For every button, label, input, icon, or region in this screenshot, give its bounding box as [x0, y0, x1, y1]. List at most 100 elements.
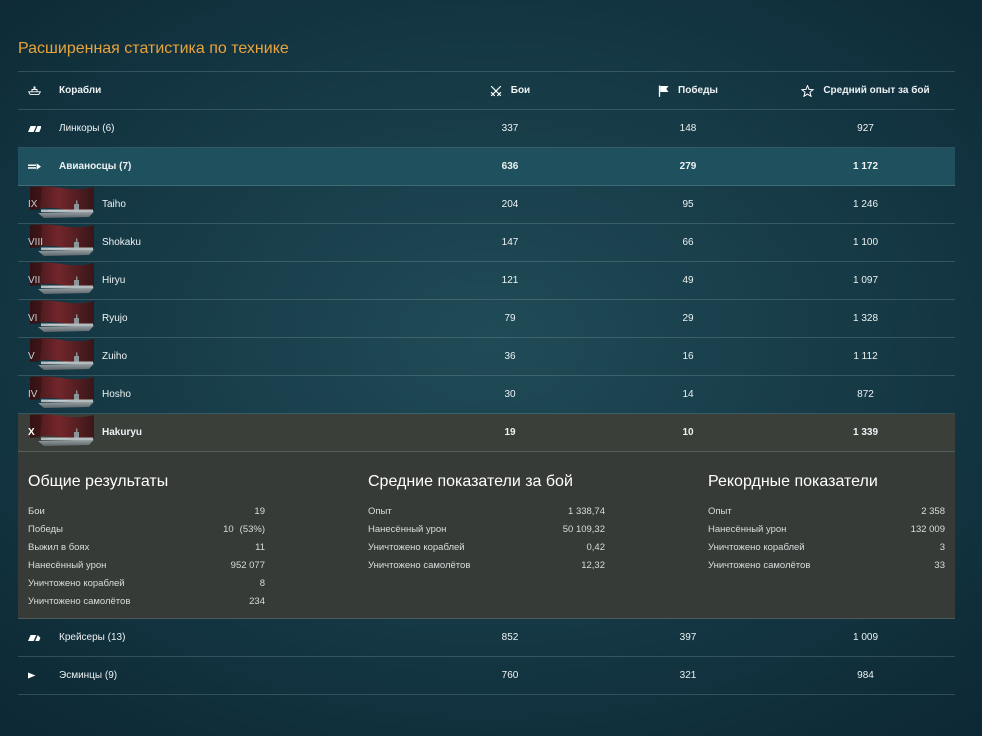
- wins-value: 49: [682, 275, 694, 286]
- ship-tier: VI: [28, 313, 38, 324]
- stat-label: Уничтожено самолётов: [708, 560, 811, 571]
- class-row-battleships[interactable]: Линкоры (6) 337 148 927: [18, 110, 955, 148]
- ship-name: Hakuryu: [102, 427, 143, 438]
- battleship-icon: [28, 126, 41, 132]
- ship-row-hakuryu[interactable]: X Hakuryu 19 10 1 339: [18, 414, 955, 452]
- stat-value: 12,32: [581, 560, 605, 571]
- stat-value-group: 10 (53%): [223, 521, 265, 539]
- ship-row-hosho[interactable]: IV Hosho 30 14 872: [18, 376, 955, 414]
- ship-row-zuiho[interactable]: V Zuiho 36 16 1 112: [18, 338, 955, 376]
- stat-label: Бои: [28, 506, 45, 517]
- class-row-aircraft-carriers[interactable]: Авианосцы (7) 636 279 1 172: [18, 148, 955, 186]
- ship-row-taiho[interactable]: IX Taiho 204 95 1 246: [18, 186, 955, 224]
- stat-value: 10: [223, 524, 234, 535]
- ship-name: Taiho: [102, 199, 126, 210]
- stat-label: Нанесённый урон: [368, 524, 447, 535]
- ship-row-hiryu[interactable]: VII Hiryu 121 49 1 097: [18, 262, 955, 300]
- ship-thumbnail: [28, 186, 96, 223]
- avg-xp-value: 984: [857, 670, 874, 681]
- general-results-section: Общие результаты Бои 19 Победы 10 (53%) В…: [28, 472, 265, 611]
- stat-value: 1 338,74: [568, 506, 605, 517]
- stat-label: Уничтожено кораблей: [368, 542, 465, 553]
- column-header-ships[interactable]: Корабли: [59, 72, 101, 109]
- stat-row: Опыт 2 358: [708, 503, 945, 521]
- stat-label: Уничтожено самолётов: [368, 560, 471, 571]
- avg-xp-value: 872: [857, 389, 874, 400]
- wins-value: 397: [679, 632, 697, 643]
- flag-icon: [658, 85, 669, 97]
- wins-value: 66: [682, 237, 694, 248]
- stat-label: Уничтожено кораблей: [708, 542, 805, 553]
- stat-value: 19: [254, 506, 265, 517]
- wins-value: 148: [679, 123, 697, 134]
- table-header: Корабли Бои Победы Средний опыт за бой: [18, 72, 955, 110]
- stat-label: Опыт: [708, 506, 732, 517]
- ship-name: Hosho: [102, 389, 131, 400]
- column-header-battles[interactable]: Бои: [420, 72, 600, 109]
- class-row-destroyers[interactable]: Эсминцы (9) 760 321 984: [18, 657, 955, 695]
- stat-label: Выжил в боях: [28, 542, 90, 553]
- ship-thumbnail: [28, 414, 96, 451]
- stat-row: Победы 10 (53%): [28, 521, 265, 539]
- column-header-battles-label: Бои: [510, 85, 531, 96]
- average-per-battle-section: Средние показатели за бой Опыт 1 338,74 …: [368, 472, 605, 575]
- wins-value: 29: [682, 313, 694, 324]
- battles-value: 19: [504, 427, 516, 438]
- section-title: Средние показатели за бой: [368, 473, 573, 490]
- star-icon: [801, 84, 815, 97]
- stat-row: Опыт 1 338,74: [368, 503, 605, 521]
- wins-value: 16: [682, 351, 694, 362]
- column-header-wins-label: Победы: [678, 85, 718, 96]
- page-title: Расширенная статистика по технике: [18, 40, 289, 57]
- column-header-avg-xp[interactable]: Средний опыт за бой: [776, 72, 955, 109]
- wins-value: 321: [679, 670, 697, 681]
- column-header-wins[interactable]: Победы: [600, 72, 776, 109]
- class-name: Эсминцы (9): [59, 670, 118, 681]
- avg-xp-value: 1 009: [852, 632, 879, 643]
- stat-row: Уничтожено самолётов 33: [708, 557, 945, 575]
- stat-percent: (53%): [239, 524, 265, 535]
- ship-row-ryujo[interactable]: VI Ryujo 79 29 1 328: [18, 300, 955, 338]
- ship-tier: V: [28, 351, 35, 362]
- battles-value: 636: [501, 161, 519, 172]
- ship-icon: [28, 86, 41, 95]
- ship-tier: VIII: [28, 237, 44, 248]
- wins-value: 14: [682, 389, 694, 400]
- stat-value: 132 009: [910, 524, 945, 535]
- stat-row: Выжил в боях 11: [28, 539, 265, 557]
- stat-row: Нанесённый урон 50 109,32: [368, 521, 605, 539]
- vehicle-stats-table: Корабли Бои Победы Средний опыт за бой Л…: [18, 71, 955, 695]
- battles-value: 760: [501, 670, 519, 681]
- crossed-swords-icon: [490, 85, 501, 96]
- stat-value: 2 358: [921, 506, 945, 517]
- battles-value: 36: [504, 351, 516, 362]
- stat-label: Нанесённый урон: [28, 560, 107, 571]
- stat-label: Уничтожено самолётов: [28, 596, 131, 607]
- class-row-cruisers[interactable]: Крейсеры (13) 852 397 1 009: [18, 619, 955, 657]
- ship-name: Ryujo: [102, 313, 128, 324]
- avg-xp-value: 1 097: [852, 275, 879, 286]
- destroyer-icon: [28, 672, 36, 679]
- stat-value: 50 109,32: [562, 524, 605, 535]
- avg-xp-value: 1 328: [852, 313, 879, 324]
- wins-value: 279: [679, 161, 697, 172]
- ship-tier: IX: [28, 199, 38, 210]
- ship-details-panel: Общие результаты Бои 19 Победы 10 (53%) В…: [18, 452, 955, 619]
- battles-value: 30: [504, 389, 516, 400]
- stat-row: Уничтожено кораблей 8: [28, 575, 265, 593]
- aircraft-carrier-icon: [28, 163, 41, 170]
- avg-xp-value: 1 339: [852, 427, 879, 438]
- column-header-avg-xp-label: Средний опыт за бой: [823, 85, 930, 96]
- ship-tier: IV: [28, 389, 38, 400]
- section-title: Рекордные показатели: [708, 473, 878, 490]
- ship-row-shokaku[interactable]: VIII Shokaku 147 66 1 100: [18, 224, 955, 262]
- stat-row: Уничтожено кораблей 0,42: [368, 539, 605, 557]
- stat-value: 0,42: [586, 542, 606, 553]
- ship-tier: X: [28, 427, 35, 438]
- class-name: Крейсеры (13): [59, 632, 126, 643]
- stat-label: Опыт: [368, 506, 392, 517]
- stat-row: Бои 19: [28, 503, 265, 521]
- stat-row: Нанесённый урон 132 009: [708, 521, 945, 539]
- battles-value: 79: [504, 313, 516, 324]
- stat-label: Победы: [28, 524, 63, 535]
